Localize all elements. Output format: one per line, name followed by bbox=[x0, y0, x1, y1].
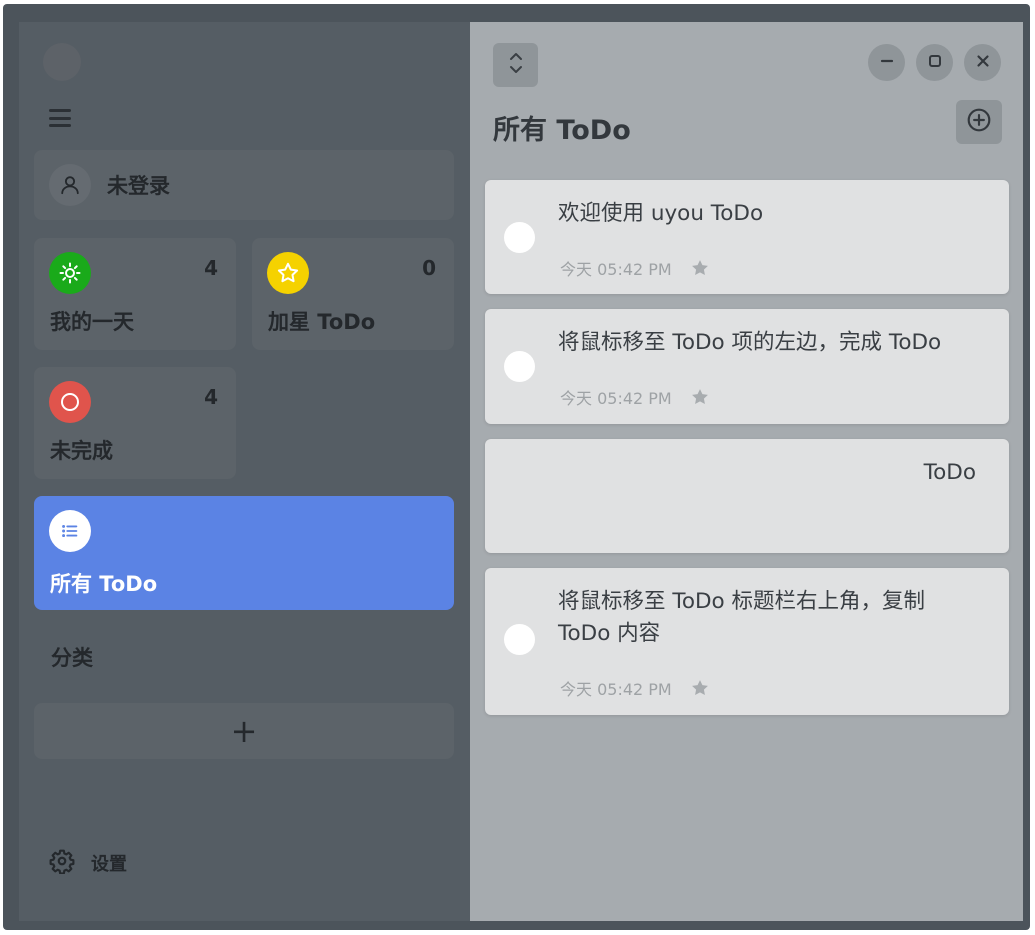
smart-list-my-day[interactable]: 4 我的一天 bbox=[34, 238, 236, 350]
all-todo-label: 所有 ToDo bbox=[50, 572, 158, 596]
complete-checkbox[interactable] bbox=[504, 222, 535, 253]
incomplete-label: 未完成 bbox=[50, 439, 113, 463]
incomplete-count: 4 bbox=[204, 385, 218, 409]
todo-panel: 所有 ToDo 欢迎使用 uyou ToDo 今天 05:42 PM 将鼠标移至… bbox=[470, 22, 1023, 921]
todo-title: ToDo bbox=[923, 460, 976, 485]
close-button[interactable] bbox=[964, 44, 1001, 81]
circle-icon bbox=[49, 381, 91, 423]
collapse-toggle-button[interactable] bbox=[493, 43, 538, 87]
todo-title: 将鼠标移至 ToDo 标题栏右上角，复制 ToDo 内容 bbox=[558, 589, 926, 646]
page-title: 所有 ToDo bbox=[493, 115, 631, 146]
todo-meta: 今天 05:42 PM bbox=[560, 385, 710, 409]
sidebar: 未登录 4 我的一天 0 加星 ToDo 4 未完成 所有 ToDo 分类 + … bbox=[19, 22, 470, 921]
minimize-icon bbox=[880, 53, 894, 72]
login-label: 未登录 bbox=[107, 174, 170, 198]
todo-item[interactable]: 将鼠标移至 ToDo 标题栏右上角，复制 ToDo 内容 今天 05:42 PM bbox=[485, 568, 1009, 715]
settings-button[interactable]: 设置 bbox=[49, 848, 127, 878]
todo-item[interactable]: 将鼠标移至 ToDo 项的左边，完成 ToDo 今天 05:42 PM bbox=[485, 309, 1009, 424]
app-window: 未登录 4 我的一天 0 加星 ToDo 4 未完成 所有 ToDo 分类 + … bbox=[3, 4, 1030, 930]
add-todo-button[interactable] bbox=[956, 100, 1002, 144]
login-card[interactable]: 未登录 bbox=[34, 150, 454, 220]
todo-meta: 今天 05:42 PM bbox=[560, 256, 710, 280]
smart-list-incomplete[interactable]: 4 未完成 bbox=[34, 367, 236, 479]
maximize-icon bbox=[928, 53, 942, 72]
maximize-button[interactable] bbox=[916, 44, 953, 81]
plus-circle-icon bbox=[966, 107, 992, 137]
close-icon bbox=[976, 53, 990, 72]
complete-checkbox[interactable] bbox=[504, 351, 535, 382]
add-category-button[interactable]: + bbox=[34, 703, 454, 759]
star-icon[interactable] bbox=[690, 258, 710, 278]
todo-timestamp: 今天 05:42 PM bbox=[560, 389, 672, 408]
todo-meta: 今天 05:42 PM bbox=[560, 676, 710, 700]
sun-icon bbox=[49, 252, 91, 294]
my-day-label: 我的一天 bbox=[50, 310, 134, 334]
todo-item[interactable]: ToDo bbox=[485, 439, 1009, 553]
minimize-button[interactable] bbox=[868, 44, 905, 81]
todo-timestamp: 今天 05:42 PM bbox=[560, 680, 672, 699]
settings-label: 设置 bbox=[91, 854, 127, 875]
starred-label: 加星 ToDo bbox=[268, 310, 376, 334]
list-icon bbox=[49, 510, 91, 552]
categories-heading: 分类 bbox=[51, 646, 93, 670]
chevron-up-down-icon bbox=[506, 50, 526, 80]
todo-timestamp: 今天 05:42 PM bbox=[560, 260, 672, 279]
star-icon[interactable] bbox=[690, 678, 710, 698]
todo-title: 欢迎使用 uyou ToDo bbox=[558, 201, 764, 226]
complete-checkbox[interactable] bbox=[504, 624, 535, 655]
smart-list-all[interactable]: 所有 ToDo bbox=[34, 496, 454, 610]
user-icon bbox=[49, 164, 91, 206]
todo-item[interactable]: 欢迎使用 uyou ToDo 今天 05:42 PM bbox=[485, 180, 1009, 294]
my-day-count: 4 bbox=[204, 256, 218, 280]
hamburger-menu-icon[interactable] bbox=[47, 106, 73, 130]
gear-icon bbox=[49, 848, 75, 878]
app-logo bbox=[43, 43, 81, 81]
smart-list-starred[interactable]: 0 加星 ToDo bbox=[252, 238, 454, 350]
starred-count: 0 bbox=[422, 256, 436, 280]
star-icon[interactable] bbox=[690, 387, 710, 407]
todo-title: 将鼠标移至 ToDo 项的左边，完成 ToDo bbox=[558, 330, 942, 355]
star-icon bbox=[267, 252, 309, 294]
